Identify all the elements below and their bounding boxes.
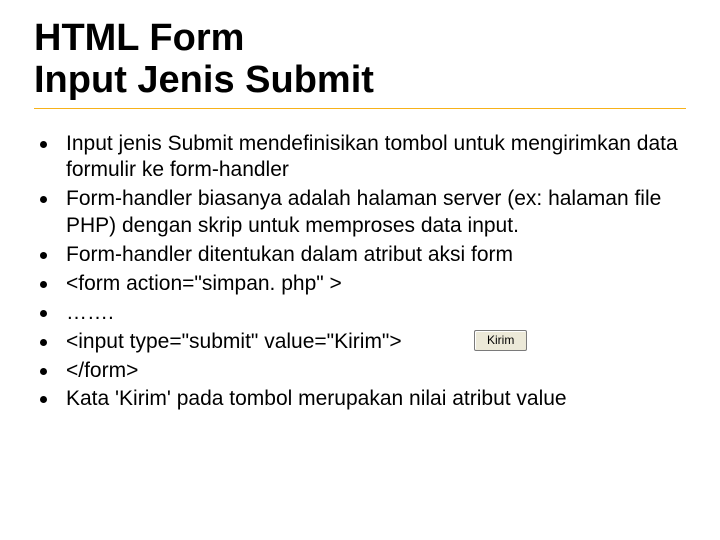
bullet-text: ……. xyxy=(66,301,114,324)
bullet-item: </form> xyxy=(34,358,686,385)
bullet-text: Kata 'Kirim' pada tombol merupakan nilai… xyxy=(66,387,567,410)
bullet-text: Form-handler ditentukan dalam atribut ak… xyxy=(66,243,513,266)
slide-body: Input jenis Submit mendefinisikan tombol… xyxy=(34,131,686,414)
bullet-list: Input jenis Submit mendefinisikan tombol… xyxy=(34,131,686,414)
bullet-item: Form-handler biasanya adalah halaman ser… xyxy=(34,186,686,240)
slide-title: HTML Form Input Jenis Submit xyxy=(34,18,686,109)
code-text: <form action="simpan. php" > xyxy=(66,272,342,295)
title-line-2: Input Jenis Submit xyxy=(34,60,686,102)
bullet-item: ……. xyxy=(34,300,686,327)
bullet-item: Input jenis Submit mendefinisikan tombol… xyxy=(34,131,686,185)
bullet-item: <input type="submit" value="Kirim"> Kiri… xyxy=(34,329,686,356)
code-text: </form> xyxy=(66,359,138,382)
bullet-text: Form-handler biasanya adalah halaman ser… xyxy=(66,187,661,237)
submit-button-example: Kirim xyxy=(474,330,527,351)
slide: HTML Form Input Jenis Submit Input jenis… xyxy=(0,0,720,540)
bullet-item: Form-handler ditentukan dalam atribut ak… xyxy=(34,242,686,269)
title-line-1: HTML Form xyxy=(34,18,686,60)
bullet-text: Input jenis Submit mendefinisikan tombol… xyxy=(66,132,678,182)
code-text: <input type="submit" value="Kirim"> xyxy=(66,330,402,353)
bullet-item: <form action="simpan. php" > xyxy=(34,271,686,298)
bullet-item: Kata 'Kirim' pada tombol merupakan nilai… xyxy=(34,386,686,413)
